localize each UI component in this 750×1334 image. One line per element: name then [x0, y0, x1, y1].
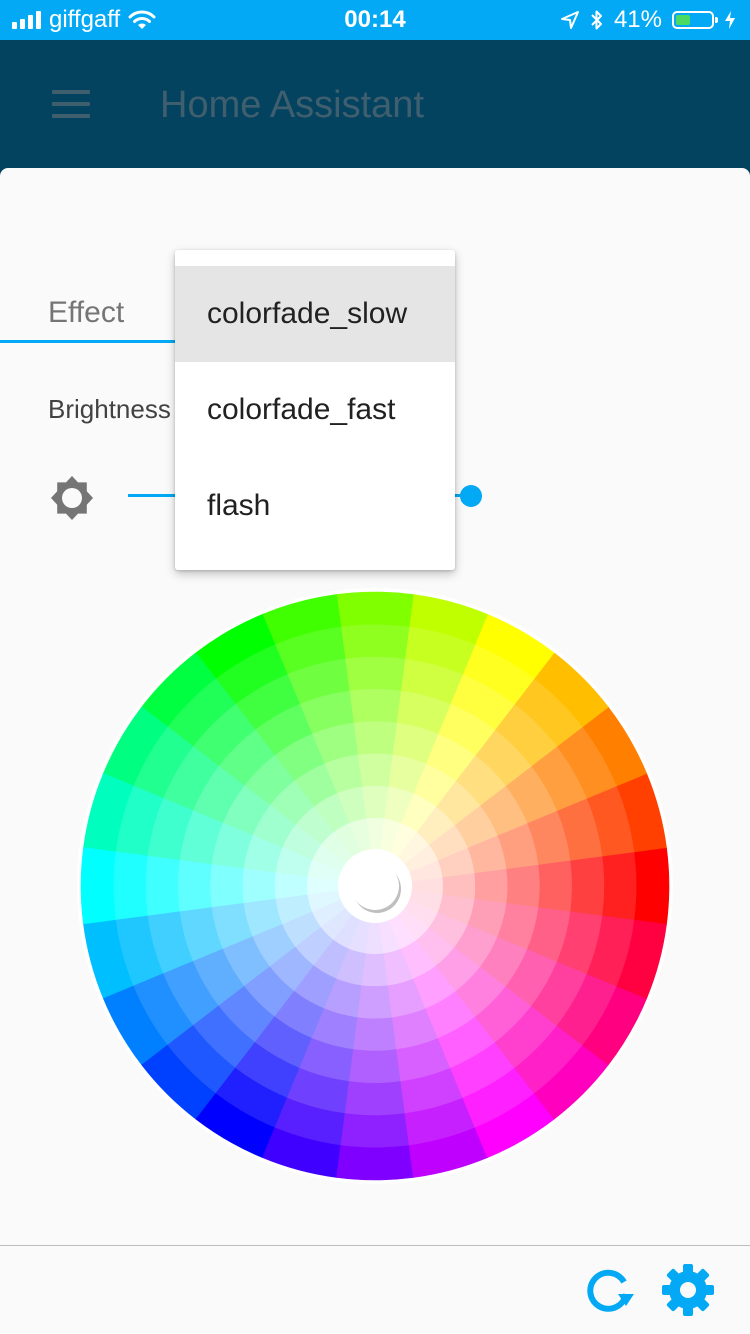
settings-gear-icon[interactable]	[660, 1262, 716, 1318]
battery-percent: 41%	[613, 6, 662, 33]
status-bar: giffgaff 00:14 41%	[0, 0, 750, 40]
app-toolbar: Home Assistant	[0, 40, 750, 168]
location-arrow-icon	[560, 11, 579, 29]
color-wheel[interactable]	[75, 586, 675, 1186]
dialog-footer-divider	[0, 1245, 750, 1246]
status-bar-right: 41%	[560, 0, 736, 40]
app-title: Home Assistant	[160, 84, 424, 126]
brightness-slider-thumb[interactable]	[459, 485, 482, 507]
refresh-icon[interactable]	[580, 1262, 636, 1318]
carrier-name: giffgaff	[49, 6, 121, 33]
effect-option-colorfade-slow[interactable]: colorfade_slow	[175, 266, 455, 362]
effect-option-colorfade-fast[interactable]: colorfade_fast	[175, 362, 455, 458]
status-bar-left: giffgaff	[12, 0, 156, 40]
color-wheel-marker[interactable]	[351, 862, 399, 910]
brightness-icon	[51, 476, 93, 520]
charging-bolt-icon	[725, 11, 735, 29]
menu-icon[interactable]	[52, 90, 92, 120]
effect-dropdown-menu: colorfade_slow colorfade_fast flash	[175, 250, 455, 570]
battery-icon	[672, 11, 718, 29]
wifi-icon	[128, 10, 156, 29]
effect-option-flash[interactable]: flash	[175, 458, 455, 554]
effect-label: Effect	[48, 296, 125, 329]
bluetooth-icon	[591, 10, 602, 30]
brightness-label: Brightness	[48, 394, 171, 424]
cellular-signal-icon	[12, 11, 41, 29]
